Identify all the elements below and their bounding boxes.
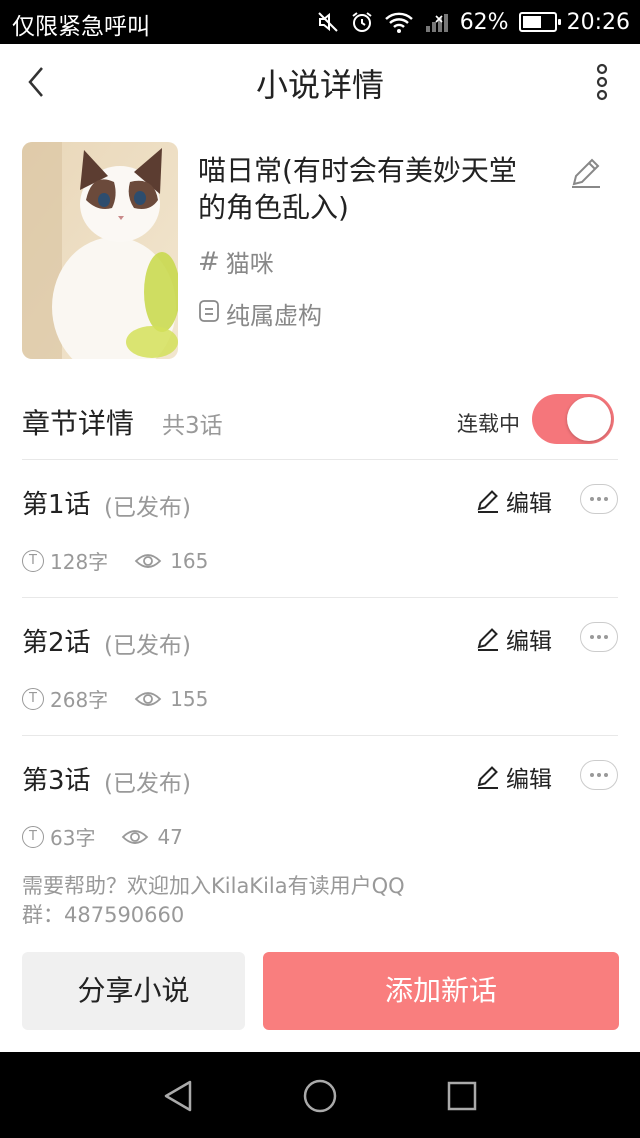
edit-label: 编辑 <box>506 767 552 793</box>
signal-icon <box>424 10 450 34</box>
chapter-status: (已发布) <box>104 771 191 797</box>
chapter-item[interactable]: 第3话 (已发布) 编辑 T 63字 47 <box>22 735 618 873</box>
view-count: 155 <box>170 686 209 711</box>
add-chapter-button[interactable]: 添加新话 <box>263 952 619 1030</box>
edit-pencil-icon <box>477 766 498 789</box>
edit-pencil-icon <box>477 490 498 513</box>
alarm-icon <box>350 10 374 34</box>
novel-type: 纯属虚构 <box>198 296 322 331</box>
serializing-toggle[interactable] <box>532 394 614 444</box>
page-title: 小说详情 <box>255 66 384 104</box>
edit-label: 编辑 <box>506 491 552 517</box>
section-title: 章节详情 <box>22 407 135 440</box>
hashtag-icon: # <box>198 246 220 277</box>
share-novel-button[interactable]: 分享小说 <box>22 952 245 1030</box>
eye-icon <box>122 829 149 844</box>
status-icons: 62% 20:26 <box>316 6 630 38</box>
battery-fill <box>522 16 542 28</box>
more-options-icon[interactable] <box>580 484 618 514</box>
type-label: 纯属虚构 <box>226 302 322 330</box>
chapter-name: 第3话 <box>22 766 91 796</box>
home-circle-icon[interactable] <box>300 1076 340 1116</box>
battery-percent: 62% <box>459 9 509 35</box>
edit-chapter-button[interactable]: 编辑 <box>476 760 552 794</box>
word-count: 268字 <box>50 688 109 712</box>
back-triangle-icon[interactable] <box>158 1076 198 1116</box>
chapter-meta: T 268字 155 <box>22 684 208 713</box>
carrier-label: 仅限紧急呼叫 <box>12 14 150 40</box>
toggle-knob <box>567 397 611 441</box>
word-count-icon: T <box>22 687 44 710</box>
chapter-name: 第1话 <box>22 490 91 520</box>
chapters-section-header: 章节详情 共3话 连载中 <box>22 394 618 444</box>
battery-icon <box>518 12 561 32</box>
chapter-name: 第2话 <box>22 628 91 658</box>
wifi-icon <box>384 10 414 34</box>
more-options-icon[interactable] <box>580 760 618 790</box>
novel-tag: # 猫咪 <box>198 244 274 279</box>
chapter-item[interactable]: 第1话 (已发布) 编辑 T 128字 165 <box>22 459 618 597</box>
eye-icon <box>134 553 162 568</box>
word-count: 63字 <box>50 826 96 850</box>
status-bar: 仅限紧急呼叫 62% 20:26 <box>0 0 640 44</box>
view-count: 165 <box>170 548 209 573</box>
novel-title: 喵日常(有时会有美妙天堂的角色乱入) <box>198 154 517 224</box>
recents-square-icon[interactable] <box>442 1076 482 1116</box>
chapter-meta: T 63字 47 <box>22 822 183 851</box>
chapter-status: (已发布) <box>104 495 191 521</box>
chapter-item[interactable]: 第2话 (已发布) 编辑 T 268字 155 <box>22 597 618 735</box>
word-count-icon: T <box>22 825 44 848</box>
app-header: 小说详情 <box>0 44 640 120</box>
mute-icon <box>316 10 340 34</box>
more-options-icon[interactable] <box>580 622 618 652</box>
novel-cover-image[interactable] <box>22 142 178 359</box>
word-count-icon: T <box>22 549 44 572</box>
edit-label: 编辑 <box>506 629 552 655</box>
chapter-status: (已发布) <box>104 633 191 659</box>
edit-pencil-icon <box>477 628 498 651</box>
document-icon <box>198 299 220 329</box>
edit-chapter-button[interactable]: 编辑 <box>476 484 552 518</box>
tag-label: 猫咪 <box>225 250 274 278</box>
cat-cover-image <box>22 142 178 359</box>
view-count: 47 <box>157 824 183 849</box>
edit-chapter-button[interactable]: 编辑 <box>476 622 552 656</box>
system-nav-bar <box>0 1052 640 1138</box>
eye-icon <box>134 691 162 706</box>
chapter-count: 共3话 <box>162 413 223 439</box>
serializing-label: 连载中 <box>457 412 520 436</box>
chapter-meta: T 128字 165 <box>22 546 208 575</box>
more-vertical-icon[interactable] <box>590 62 614 102</box>
edit-pencil-icon[interactable] <box>568 154 604 190</box>
clock: 20:26 <box>566 9 630 35</box>
help-text: 需要帮助？欢迎加入KilaKila有读用户QQ群：487590660 <box>22 874 405 927</box>
word-count: 128字 <box>50 550 109 574</box>
